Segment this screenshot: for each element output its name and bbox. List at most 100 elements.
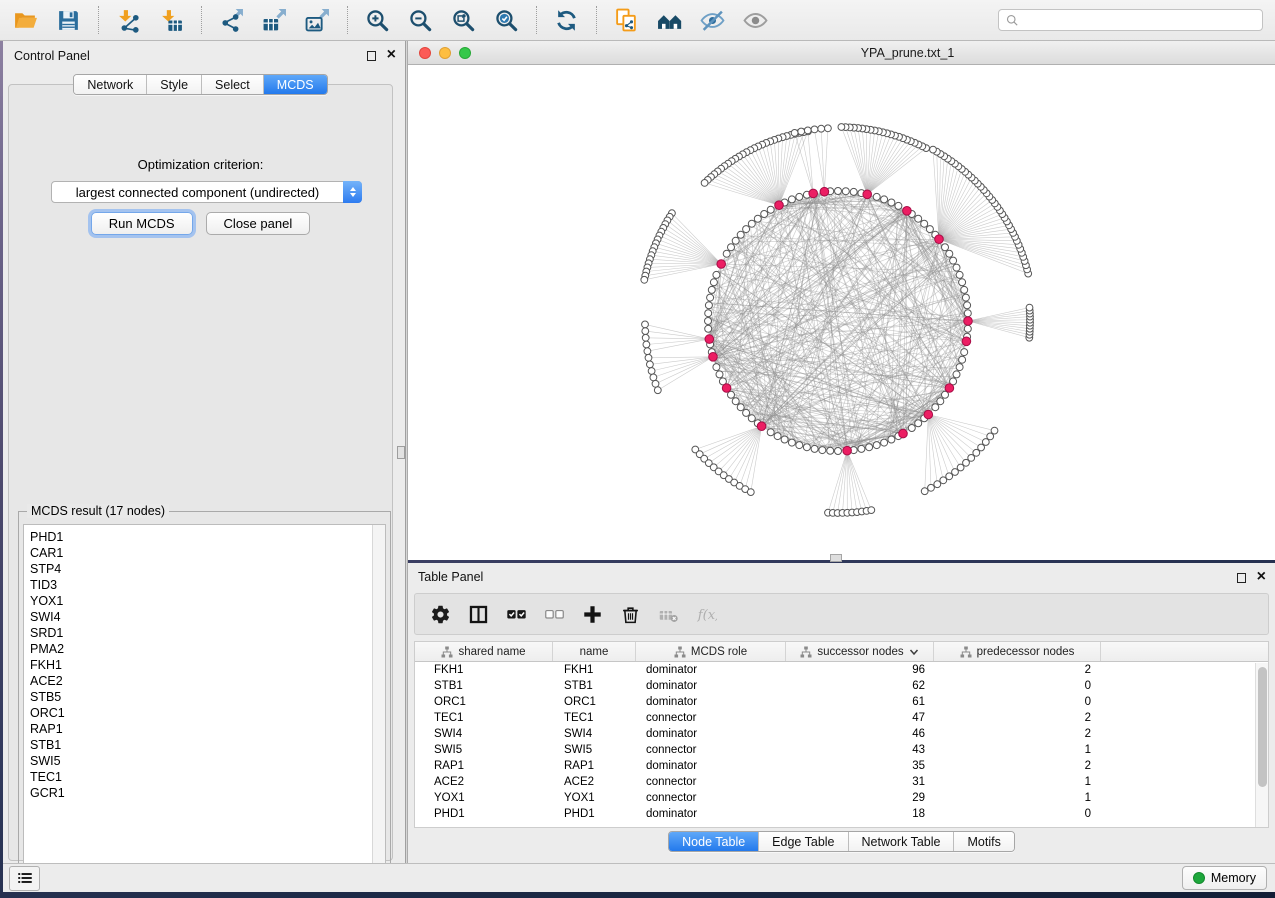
mcds-list-scrollbar[interactable] [372,525,385,875]
delete-column-button[interactable] [620,604,641,625]
float-table-panel-icon[interactable] [1237,573,1246,583]
deselect-all-rows-icon [544,604,565,625]
table-row[interactable]: YOX1YOX1connector291 [415,790,1268,806]
show-all-icon [743,8,768,33]
zoom-in-button[interactable] [362,5,392,35]
table-cell: 62 [786,678,934,694]
table-row[interactable]: SWI5SWI5connector431 [415,742,1268,758]
dominator-node [964,317,973,326]
table-tab-network-table[interactable]: Network Table [849,832,955,851]
table-cell: ACE2 [553,774,636,790]
mcds-result-item[interactable]: YOX1 [30,593,385,609]
main-toolbar [0,0,1275,41]
zoom-fit-button[interactable] [448,5,478,35]
window-close-icon[interactable] [419,47,431,59]
clone-network-button[interactable] [611,5,641,35]
table-row[interactable]: SWI4SWI4dominator462 [415,726,1268,742]
zoom-selected-button[interactable] [491,5,521,35]
column-header-shared-name[interactable]: shared name [415,642,553,661]
svg-text:f(x): f(x) [697,607,717,622]
show-all-button[interactable] [740,5,770,35]
tab-select[interactable]: Select [202,75,264,94]
column-header-MCDS-role[interactable]: MCDS role [636,642,786,661]
task-history-button[interactable] [9,866,40,891]
hide-selected-button[interactable] [697,5,727,35]
close-table-panel-icon[interactable]: × [1257,571,1266,583]
table-cell: 2 [934,758,1101,774]
table-options-button[interactable] [430,604,451,625]
mcds-result-item[interactable]: STP4 [30,561,385,577]
table-scrollbar[interactable] [1255,663,1268,827]
horizontal-splitter-handle[interactable] [830,554,842,562]
zoom-out-button[interactable] [405,5,435,35]
optimization-criterion-dropdown[interactable]: largest connected component (undirected) [51,181,362,203]
column-header-predecessor-nodes[interactable]: predecessor nodes [934,642,1101,661]
close-panel-button[interactable]: Close panel [206,212,311,235]
tab-style[interactable]: Style [147,75,202,94]
mcds-result-item[interactable]: TID3 [30,577,385,593]
import-table-button[interactable] [156,5,186,35]
add-column-button[interactable] [582,604,603,625]
export-image-button[interactable] [302,5,332,35]
export-network-button[interactable] [216,5,246,35]
memory-button[interactable]: Memory [1182,866,1267,890]
search-box[interactable] [998,9,1263,31]
refresh-view-button[interactable] [551,5,581,35]
mcds-result-item[interactable]: ORC1 [30,705,385,721]
first-neighbors-button[interactable] [654,5,684,35]
mcds-result-item[interactable]: CAR1 [30,545,385,561]
table-tab-edge-table[interactable]: Edge Table [759,832,848,851]
mcds-result-item[interactable]: ACE2 [30,673,385,689]
mcds-result-item[interactable]: TEC1 [30,769,385,785]
table-scrollbar-thumb[interactable] [1258,667,1267,787]
mcds-result-item[interactable]: STB1 [30,737,385,753]
table-tab-node-table[interactable]: Node Table [669,832,759,851]
tab-mcds[interactable]: MCDS [264,75,327,94]
mcds-result-item[interactable]: FKH1 [30,657,385,673]
table-row[interactable]: TEC1TEC1connector472 [415,710,1268,726]
toggle-column-display-button[interactable] [468,604,489,625]
window-maximize-icon[interactable] [459,47,471,59]
export-table-button[interactable] [259,5,289,35]
mcds-result-item[interactable]: STB5 [30,689,385,705]
mcds-result-item[interactable]: GCR1 [30,785,385,801]
mcds-result-item[interactable]: SRD1 [30,625,385,641]
window-minimize-icon[interactable] [439,47,451,59]
dominator-node [843,446,852,455]
vertical-splitter-handle[interactable] [397,446,405,459]
table-row[interactable]: STB1STB1dominator620 [415,678,1268,694]
mcds-result-item[interactable]: RAP1 [30,721,385,737]
column-header-name[interactable]: name [553,642,636,661]
table-cell: PHD1 [415,806,553,822]
deselect-all-rows-button[interactable] [544,604,565,625]
save-session-button[interactable] [53,5,83,35]
network-window-titlebar[interactable]: YPA_prune.txt_1 [408,41,1275,65]
column-header-label: predecessor nodes [977,646,1075,658]
column-header-label: name [580,646,609,658]
mcds-result-item[interactable]: PMA2 [30,641,385,657]
mcds-result-item[interactable]: PHD1 [30,529,385,545]
network-canvas[interactable] [408,65,1275,560]
table-cell: connector [636,742,786,758]
column-header-successor-nodes[interactable]: successor nodes [786,642,934,661]
search-input[interactable] [1024,13,1256,27]
table-row[interactable]: FKH1FKH1dominator962 [415,662,1268,678]
run-mcds-button[interactable]: Run MCDS [91,212,193,235]
mcds-tab-content: Optimization criterion: largest connecte… [8,84,393,861]
dominator-node [903,207,912,216]
float-panel-icon[interactable] [367,51,376,61]
table-row[interactable]: PHD1PHD1dominator180 [415,806,1268,822]
tab-network[interactable]: Network [74,75,147,94]
table-row[interactable]: ACE2ACE2connector311 [415,774,1268,790]
mcds-result-item[interactable]: SWI4 [30,609,385,625]
table-row[interactable]: RAP1RAP1dominator352 [415,758,1268,774]
mcds-result-item[interactable]: SWI5 [30,753,385,769]
table-cell: STB1 [553,678,636,694]
table-row[interactable]: ORC1ORC1dominator610 [415,694,1268,710]
select-all-rows-button[interactable] [506,604,527,625]
mcds-result-list[interactable]: PHD1CAR1STP4TID3YOX1SWI4SRD1PMA2FKH1ACE2… [23,524,386,876]
import-network-button[interactable] [113,5,143,35]
close-panel-icon[interactable]: × [387,49,396,61]
open-file-button[interactable] [10,5,40,35]
table-tab-motifs[interactable]: Motifs [954,832,1013,851]
